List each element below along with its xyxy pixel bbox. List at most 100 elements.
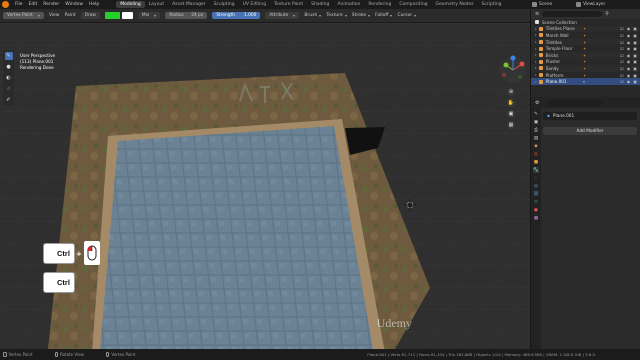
workspace-tab-texture-paint[interactable]: Texture Paint xyxy=(270,1,307,8)
menu-edit[interactable]: Edit xyxy=(26,2,41,7)
checkbox-icon[interactable]: ☑ xyxy=(620,53,624,58)
secondary-color-swatch[interactable] xyxy=(121,12,133,19)
workspace-tab-sculpting[interactable]: Sculpting xyxy=(210,1,239,8)
physics-tab-icon[interactable]: ◎ xyxy=(533,183,539,189)
chevron-right-icon[interactable]: ▸ xyxy=(535,40,537,44)
eye-icon[interactable]: ◉ xyxy=(627,40,631,45)
3d-viewport[interactable]: ✎ ● ◐ ☝ ✐ User Perspective (113) Plane.0… xyxy=(0,23,530,349)
chevron-right-icon[interactable]: ▸ xyxy=(535,66,537,70)
workspace-tab-shading[interactable]: Shading xyxy=(307,1,333,8)
camera-icon[interactable]: ▣ xyxy=(633,79,637,84)
menu-view[interactable]: View xyxy=(49,13,60,18)
chevron-right-icon[interactable]: ▸ xyxy=(535,60,537,64)
outliner-row-selected[interactable]: ▸ Plane.001 ▾ ☑ ◉ ▣ xyxy=(531,78,640,85)
view-layer-tab-icon[interactable]: ▤ xyxy=(533,135,539,141)
checkbox-icon[interactable]: ☑ xyxy=(620,26,624,31)
constraints-tab-icon[interactable]: ⛓ xyxy=(533,191,539,197)
annotate-tool-icon[interactable]: ✐ xyxy=(5,96,13,104)
checkbox-icon[interactable]: ☑ xyxy=(620,40,624,45)
eye-icon[interactable]: ◉ xyxy=(627,79,631,84)
workspace-tab-asset-manager[interactable]: Asset Manager xyxy=(168,1,209,8)
material-tab-icon[interactable]: ● xyxy=(533,207,539,213)
modifier-tab-icon[interactable]: 🔧 xyxy=(533,167,539,173)
checkbox-icon[interactable]: ☑ xyxy=(620,79,624,84)
outliner-row[interactable]: ▸ Sandy ✦ ☑ ◉ ▣ xyxy=(531,65,640,72)
object-name-field[interactable]: ▪ Plane.001 xyxy=(543,112,637,120)
workspace-tab-uv-editing[interactable]: UV Editing xyxy=(239,1,270,8)
outliner-row[interactable]: ▸ Platform ✦ ☑ ◉ ▣ xyxy=(531,72,640,79)
pan-hand-icon[interactable]: ✋ xyxy=(507,99,515,107)
blur-tool-icon[interactable]: ● xyxy=(5,63,13,71)
cursor-menu[interactable]: Cursor xyxy=(397,13,417,18)
properties-editor-icon[interactable]: ⚙ xyxy=(535,100,539,106)
chevron-right-icon[interactable]: ▸ xyxy=(535,53,537,57)
strength-field[interactable]: Strength 1.000 xyxy=(212,12,261,19)
average-tool-icon[interactable]: ◐ xyxy=(5,74,13,82)
outliner-row[interactable]: ▸ Tiletiles Plane ✦ ☑ ◉ ▣ xyxy=(531,25,640,33)
camera-icon[interactable]: ▣ xyxy=(633,53,637,58)
brush-menu[interactable]: Brush xyxy=(304,13,322,18)
camera-view-icon[interactable]: ▣ xyxy=(507,110,515,118)
chevron-right-icon[interactable]: ▸ xyxy=(535,47,537,51)
filter-icon[interactable]: ⚲ xyxy=(605,11,609,17)
eye-icon[interactable]: ◉ xyxy=(627,46,631,51)
menu-help[interactable]: Help xyxy=(86,2,102,7)
checkbox-icon[interactable]: ☑ xyxy=(620,59,624,64)
chevron-right-icon[interactable]: ▸ xyxy=(535,73,537,77)
scene-tab-icon[interactable]: ◆ xyxy=(533,143,539,149)
render-tab-icon[interactable]: ▣ xyxy=(533,119,539,125)
ortho-toggle-icon[interactable]: ▦ xyxy=(507,121,515,129)
checkbox-icon[interactable]: ☑ xyxy=(620,73,624,78)
camera-icon[interactable]: ▣ xyxy=(633,73,637,78)
outliner-search-input[interactable] xyxy=(542,11,603,17)
workspace-tab-rendering[interactable]: Rendering xyxy=(364,1,395,8)
camera-icon[interactable]: ▣ xyxy=(633,26,637,31)
properties-search-input[interactable] xyxy=(547,99,603,106)
chevron-right-icon[interactable]: ▸ xyxy=(535,80,537,84)
navigation-gizmo[interactable]: ⊕ ✋ ▣ ▦ xyxy=(498,55,528,129)
scene-name[interactable]: Scene xyxy=(539,2,552,7)
chevron-right-icon[interactable]: ▸ xyxy=(535,33,537,37)
primary-color-swatch[interactable] xyxy=(104,12,120,19)
checkbox-icon[interactable]: ☑ xyxy=(620,66,624,71)
workspace-tab-geometry-nodes[interactable]: Geometry Nodes xyxy=(432,1,478,8)
camera-icon[interactable]: ▣ xyxy=(633,46,637,51)
outliner-row[interactable]: ▸ Plaster ✦ ☑ ◉ ▣ xyxy=(531,59,640,66)
eye-icon[interactable]: ◉ xyxy=(627,53,631,58)
checkbox-icon[interactable]: ☑ xyxy=(620,46,624,51)
brush-selector[interactable]: Draw xyxy=(80,12,100,19)
radius-field[interactable]: Radius 24 px xyxy=(165,12,208,19)
draw-tool-icon[interactable]: ✎ xyxy=(4,52,13,60)
eye-icon[interactable]: ◉ xyxy=(627,26,631,31)
viewport-scene[interactable] xyxy=(0,23,530,349)
smear-tool-icon[interactable]: ☝ xyxy=(5,85,13,93)
texture-menu[interactable]: Texture xyxy=(326,13,347,18)
mode-selector[interactable]: Vertex Paint xyxy=(3,12,44,19)
eye-icon[interactable]: ◉ xyxy=(627,59,631,64)
eye-icon[interactable]: ◉ xyxy=(627,66,631,71)
eye-icon[interactable]: ◉ xyxy=(627,73,631,78)
stroke-menu[interactable]: Stroke xyxy=(352,13,371,18)
outliner-row-scene-collection[interactable]: Scene Collection xyxy=(531,19,640,26)
axis-gizmo-icon[interactable] xyxy=(498,55,528,85)
object-tab-icon[interactable]: ■ xyxy=(533,159,539,165)
menu-window[interactable]: Window xyxy=(62,2,86,7)
outliner-row[interactable]: ▸ Marsh Wall ✦ ☑ ◉ ▣ xyxy=(531,32,640,39)
zoom-icon[interactable]: ⊕ xyxy=(507,88,515,96)
camera-icon[interactable]: ▣ xyxy=(633,66,637,71)
workspace-tab-compositing[interactable]: Compositing xyxy=(395,1,431,8)
data-tab-icon[interactable]: ▽ xyxy=(533,199,539,205)
menu-render[interactable]: Render xyxy=(40,2,62,7)
world-tab-icon[interactable]: ◍ xyxy=(533,151,539,157)
camera-icon[interactable]: ▣ xyxy=(633,59,637,64)
texture-tab-icon[interactable]: ▦ xyxy=(533,215,539,221)
output-tab-icon[interactable]: ⎙ xyxy=(533,127,539,133)
outliner-row[interactable]: ▸ Tiletiles ✦ ☑ ◉ ▣ xyxy=(531,38,640,46)
workspace-tab-modeling[interactable]: Modeling xyxy=(116,1,145,8)
chevron-right-icon[interactable]: ▸ xyxy=(535,27,537,31)
blend-mode-selector[interactable]: Mix xyxy=(137,12,161,19)
checkbox-icon[interactable]: ☑ xyxy=(620,33,624,38)
blender-logo-icon[interactable] xyxy=(2,1,9,8)
falloff-menu[interactable]: Falloff xyxy=(375,13,393,18)
particles-tab-icon[interactable]: ∴ xyxy=(533,175,539,181)
